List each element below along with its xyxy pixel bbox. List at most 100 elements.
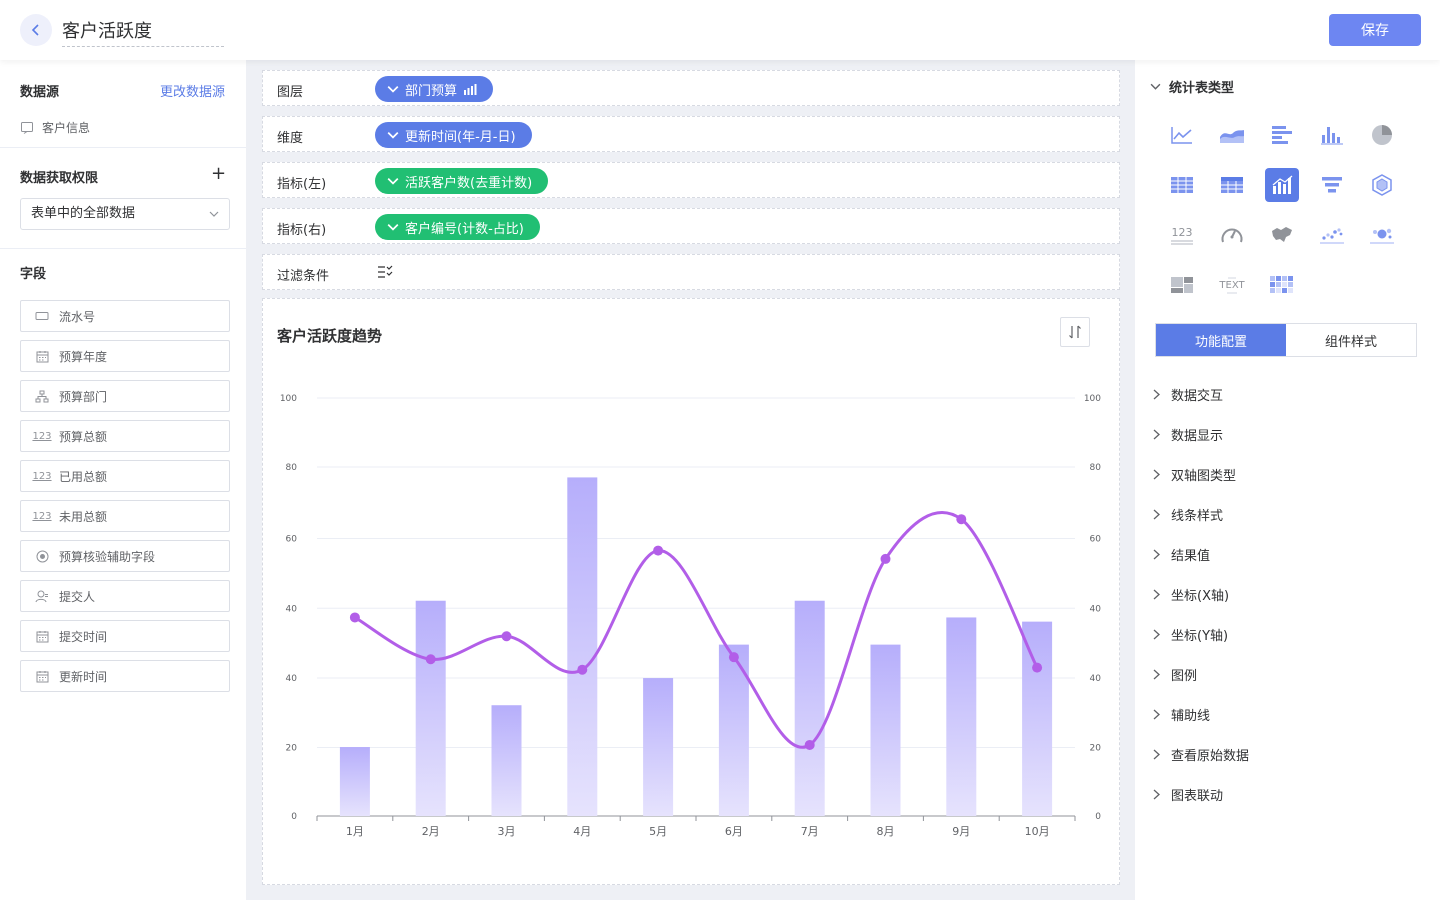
- calendar-icon: [35, 670, 49, 683]
- chart-line-point: [577, 664, 588, 675]
- datasource-item[interactable]: 客户信息: [20, 119, 90, 136]
- y-left-tick-label: 60: [286, 534, 298, 544]
- filter-list-icon[interactable]: [377, 265, 393, 279]
- chart-type-option[interactable]: [1315, 218, 1349, 252]
- chart-type-option[interactable]: [1315, 118, 1349, 152]
- permission-select[interactable]: 表单中的全部数据: [20, 198, 230, 230]
- chart-type-option[interactable]: [1265, 118, 1299, 152]
- chart-line-point: [880, 553, 891, 564]
- chevron-right-icon: [1153, 549, 1160, 559]
- config-section-item[interactable]: 坐标(Y轴): [1152, 614, 1422, 654]
- field-pill[interactable]: 活跃客户数(去重计数): [375, 168, 549, 194]
- field-item[interactable]: 提交时间: [20, 620, 230, 652]
- permission-title: 数据获取权限: [20, 171, 99, 186]
- chevron-down-icon: [1150, 83, 1161, 90]
- x-tick-label: 7月: [801, 825, 819, 838]
- x-tick-label: 4月: [573, 825, 591, 838]
- field-item[interactable]: 123 已用总额: [20, 460, 230, 492]
- back-button[interactable]: [20, 14, 52, 46]
- chart-type-option[interactable]: [1165, 168, 1199, 202]
- config-section-item[interactable]: 坐标(X轴): [1152, 574, 1422, 614]
- field-item[interactable]: 流水号: [20, 300, 230, 332]
- chart-type-option[interactable]: [1165, 118, 1199, 152]
- field-item[interactable]: 更新时间: [20, 660, 230, 692]
- y-right-tick-label: 100: [1084, 394, 1101, 404]
- field-label: 提交人: [59, 589, 96, 604]
- chart-type-option[interactable]: [1265, 218, 1299, 252]
- config-section-item[interactable]: 图例: [1152, 654, 1422, 694]
- number-card-icon: 123: [1169, 224, 1195, 246]
- chart-type-header[interactable]: 统计表类型: [1150, 77, 1234, 96]
- chevron-down-icon: [387, 224, 399, 231]
- chevron-right-icon: [1153, 589, 1160, 599]
- funnel-icon: [1321, 176, 1343, 194]
- chevron-down-icon: [387, 86, 399, 93]
- config-section-label: 线条样式: [1171, 508, 1224, 524]
- left-panel: 数据源 更改数据源 客户信息 数据获取权限 + 表单中的全部数据 字段 流水号预…: [0, 60, 246, 900]
- field-item[interactable]: 123 预算总额: [20, 420, 230, 452]
- scatter-icon: [1319, 225, 1345, 245]
- radio-icon: [35, 550, 49, 563]
- chart-type-option[interactable]: [1215, 218, 1249, 252]
- chart-type-option[interactable]: [1265, 168, 1299, 202]
- chart-bar: [339, 747, 370, 816]
- dual-axis-chart: 0 0 20 20 40 40 40 40 60 60 80 80 100 100 1月 2月 3月 4月 5月 6月…: [280, 394, 1102, 838]
- field-item[interactable]: 预算年度: [20, 340, 230, 372]
- config-section-item[interactable]: 数据交互: [1152, 374, 1422, 414]
- chart-type-option[interactable]: 123: [1165, 218, 1199, 252]
- chart-type-option[interactable]: [1365, 118, 1399, 152]
- chevron-right-icon: [1153, 669, 1160, 679]
- field-item[interactable]: 123 未用总额: [20, 500, 230, 532]
- map-icon: [1269, 225, 1295, 245]
- tab-component-style[interactable]: 组件样式: [1286, 324, 1416, 356]
- config-section-item[interactable]: 辅助线: [1152, 694, 1422, 734]
- save-button[interactable]: 保存: [1329, 14, 1421, 46]
- change-datasource-link[interactable]: 更改数据源: [160, 81, 225, 100]
- treemap-icon: [1170, 276, 1194, 294]
- chart-type-option[interactable]: [1215, 168, 1249, 202]
- config-section-item[interactable]: 图表联动: [1152, 774, 1422, 814]
- config-section-label: 辅助线: [1171, 708, 1211, 724]
- chart-line-point: [728, 652, 739, 663]
- word-cloud-icon: TEXT: [1218, 274, 1246, 296]
- chart-type-option[interactable]: [1215, 118, 1249, 152]
- tab-function-config[interactable]: 功能配置: [1156, 324, 1286, 356]
- y-left-tick-label: 80: [286, 463, 298, 473]
- config-row: 维度 更新时间(年-月-日): [262, 116, 1120, 152]
- x-tick-label: 9月: [952, 825, 970, 838]
- field-item[interactable]: 预算部门: [20, 380, 230, 412]
- config-section-item[interactable]: 数据显示: [1152, 414, 1422, 454]
- right-panel: 统计表类型 123 TEXT 功能配置 组件样式 数据交互 数据显示 双轴图类型线条样…: [1135, 60, 1440, 900]
- chart-type-option[interactable]: [1165, 268, 1199, 302]
- config-section-item[interactable]: 查看原始数据: [1152, 734, 1422, 774]
- chart-type-option[interactable]: [1365, 168, 1399, 202]
- config-section-item[interactable]: 线条样式: [1152, 494, 1422, 534]
- heatmap-icon: [1269, 275, 1295, 295]
- chart-type-option[interactable]: [1315, 168, 1349, 202]
- pie-chart-icon: [1370, 123, 1394, 147]
- org-tree-icon: [35, 390, 49, 403]
- config-section-item[interactable]: 结果值: [1152, 534, 1422, 574]
- config-row: 指标(左) 活跃客户数(去重计数): [262, 162, 1120, 198]
- pivot-table-icon: [1220, 176, 1244, 194]
- chart-type-option[interactable]: TEXT: [1215, 268, 1249, 302]
- config-section-item[interactable]: 双轴图类型: [1152, 454, 1422, 494]
- y-left-tick-label: 100: [280, 394, 297, 404]
- top-header: 客户活跃度 保存: [0, 0, 1440, 60]
- chevron-down-icon: [387, 132, 399, 139]
- field-label: 预算部门: [59, 389, 108, 404]
- field-item[interactable]: 提交人: [20, 580, 230, 612]
- y-right-tick-label: 60: [1090, 534, 1102, 544]
- chart-bar: [946, 617, 977, 816]
- page-title[interactable]: 客户活跃度: [62, 17, 224, 47]
- field-pill[interactable]: 客户编号(计数-占比): [375, 214, 540, 240]
- field-item[interactable]: 预算核验辅助字段: [20, 540, 230, 572]
- add-permission-icon[interactable]: +: [211, 165, 226, 183]
- chart-type-option[interactable]: [1265, 268, 1299, 302]
- chart-type-option[interactable]: [1365, 218, 1399, 252]
- field-pill[interactable]: 部门预算: [375, 76, 494, 102]
- chevron-down-icon: [387, 178, 399, 185]
- field-label: 预算总额: [59, 429, 108, 444]
- chart-line-point: [425, 654, 436, 665]
- field-pill[interactable]: 更新时间(年-月-日): [375, 122, 532, 148]
